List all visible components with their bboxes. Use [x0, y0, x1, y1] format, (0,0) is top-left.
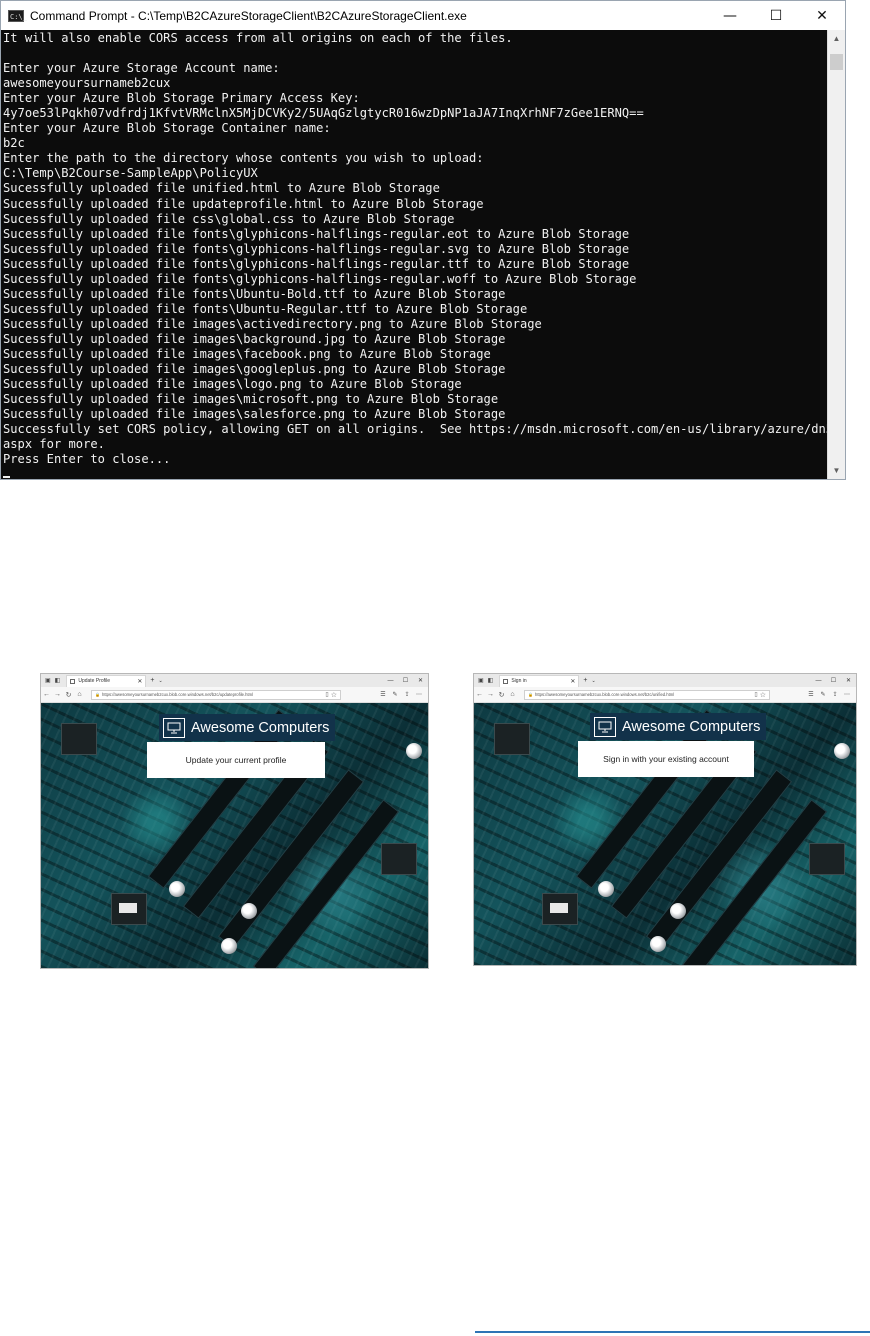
cmd-window-title: Command Prompt - C:\Temp\B2CAzureStorage…	[30, 8, 467, 23]
capacitor	[834, 743, 850, 759]
footer-rule	[475, 1331, 870, 1333]
address-bar: ← → ↻ ⌂ 🔒 https://awesomeyoursurnameb2cu…	[41, 687, 428, 703]
close-icon[interactable]: ✕	[799, 1, 845, 30]
refresh-icon[interactable]: ↻	[63, 691, 74, 699]
cmd-app-icon: C:\_	[8, 9, 27, 22]
web-note-icon[interactable]: ✎	[817, 691, 829, 698]
cmd-title-bar[interactable]: C:\_ Command Prompt - C:\Temp\B2CAzureSt…	[1, 1, 845, 30]
capacitor	[241, 903, 257, 919]
capacitor	[650, 936, 666, 952]
capacitor	[221, 938, 237, 954]
share-icon[interactable]: ⇪	[401, 691, 413, 698]
tab-actions-icon[interactable]: ▣	[478, 677, 484, 684]
page-favicon-icon	[503, 678, 509, 684]
chip-label	[550, 903, 568, 913]
page-message: Sign in with your existing account	[603, 754, 729, 764]
scroll-down-icon[interactable]: ▼	[828, 462, 845, 479]
back-icon[interactable]: ←	[41, 691, 52, 698]
maximize-icon[interactable]: ☐	[826, 674, 841, 687]
browser-tab[interactable]: Update Profile ✕	[66, 674, 147, 687]
forward-icon[interactable]: →	[52, 691, 63, 698]
minimize-icon[interactable]: —	[707, 1, 753, 30]
new-tab-icon[interactable]: +	[583, 677, 587, 684]
monitor-icon	[594, 716, 616, 737]
lock-icon: 🔒	[528, 692, 533, 697]
favorites-list-icon[interactable]: ☰	[805, 691, 817, 698]
close-icon[interactable]: ✕	[841, 674, 856, 687]
close-icon[interactable]: ✕	[413, 674, 428, 687]
tab-actions-icon[interactable]: ▣	[45, 677, 51, 684]
web-note-icon[interactable]: ✎	[389, 691, 401, 698]
page-background: Awesome Computers Sign in with your exis…	[474, 703, 856, 965]
tab-preview-icon[interactable]: ◧	[55, 677, 61, 684]
board-chip	[61, 723, 97, 755]
refresh-icon[interactable]: ↻	[496, 691, 507, 699]
tab-list-icon[interactable]: ⌄	[591, 678, 595, 684]
browser-sign-in: ▣ ◧ Sign in ✕ + ⌄ — ☐ ✕ ← → ↻ ⌂ 🔒 https:…	[473, 673, 857, 966]
more-icon[interactable]: ⋯	[841, 691, 853, 698]
window-controls: — ☐ ✕	[707, 1, 845, 30]
maximize-icon[interactable]: ☐	[398, 674, 413, 687]
brand-header: Awesome Computers	[159, 714, 336, 741]
message-card: Update your current profile	[147, 742, 325, 778]
browser-tab-bar: ▣ ◧ Sign in ✕ + ⌄ — ☐ ✕	[474, 674, 856, 687]
tab-title: Sign in	[511, 678, 527, 684]
scroll-up-icon[interactable]: ▲	[828, 30, 845, 47]
board-chip	[494, 723, 530, 755]
message-card: Sign in with your existing account	[578, 741, 754, 777]
board-chip	[381, 843, 417, 875]
console-output[interactable]: It will also enable CORS access from all…	[1, 30, 829, 479]
url-text: https://awesomeyoursurnameb2cux.blob.cor…	[101, 692, 254, 697]
capacitor	[169, 881, 185, 897]
favorite-star-icon[interactable]: ☆	[331, 691, 337, 699]
scrollbar-thumb[interactable]	[830, 54, 843, 70]
url-field[interactable]: 🔒 https://awesomeyoursurnameb2cux.blob.c…	[524, 689, 770, 700]
brand-name: Awesome Computers	[622, 718, 761, 735]
tab-title: Update Profile	[78, 678, 111, 684]
reading-view-icon[interactable]: ▯	[754, 691, 757, 698]
page-message: Update your current profile	[185, 755, 287, 765]
page-favicon-icon	[70, 678, 76, 684]
url-field[interactable]: 🔒 https://awesomeyoursurnameb2cux.blob.c…	[91, 689, 341, 700]
capacitor	[406, 743, 422, 759]
new-tab-icon[interactable]: +	[150, 677, 154, 684]
back-icon[interactable]: ←	[474, 691, 485, 698]
home-icon[interactable]: ⌂	[74, 691, 85, 698]
tab-preview-icon[interactable]: ◧	[488, 677, 494, 684]
home-icon[interactable]: ⌂	[507, 691, 518, 698]
capacitor	[598, 881, 614, 897]
more-icon[interactable]: ⋯	[413, 691, 425, 698]
lock-icon: 🔒	[95, 692, 100, 697]
tab-close-icon[interactable]: ✕	[137, 678, 142, 685]
console-cursor	[3, 476, 10, 478]
brand-header: Awesome Computers	[590, 713, 767, 740]
command-prompt-window: C:\_ Command Prompt - C:\Temp\B2CAzureSt…	[0, 0, 846, 480]
console-text: It will also enable CORS access from all…	[3, 31, 829, 467]
forward-icon[interactable]: →	[485, 691, 496, 698]
browser-tab[interactable]: Sign in ✕	[499, 674, 580, 687]
board-chip	[809, 843, 845, 875]
tab-list-icon[interactable]: ⌄	[158, 678, 162, 684]
favorite-star-icon[interactable]: ☆	[760, 691, 766, 699]
minimize-icon[interactable]: —	[383, 674, 398, 687]
tab-close-icon[interactable]: ✕	[570, 678, 575, 685]
favorites-list-icon[interactable]: ☰	[377, 691, 389, 698]
capacitor	[670, 903, 686, 919]
reading-view-icon[interactable]: ▯	[325, 691, 328, 698]
maximize-icon[interactable]: ☐	[753, 1, 799, 30]
monitor-icon	[163, 717, 185, 738]
browser-tab-bar: ▣ ◧ Update Profile ✕ + ⌄ — ☐ ✕	[41, 674, 428, 687]
share-icon[interactable]: ⇪	[829, 691, 841, 698]
chip-label	[119, 903, 137, 913]
address-bar: ← → ↻ ⌂ 🔒 https://awesomeyoursurnameb2cu…	[474, 687, 856, 703]
page-background: Awesome Computers Update your current pr…	[41, 703, 428, 968]
brand-name: Awesome Computers	[191, 719, 330, 736]
browser-update-profile: ▣ ◧ Update Profile ✕ + ⌄ — ☐ ✕ ← → ↻ ⌂ 🔒…	[40, 673, 429, 969]
url-text: https://awesomeyoursurnameb2cux.blob.cor…	[534, 692, 675, 697]
minimize-icon[interactable]: —	[811, 674, 826, 687]
console-scrollbar[interactable]: ▲ ▼	[827, 30, 845, 479]
